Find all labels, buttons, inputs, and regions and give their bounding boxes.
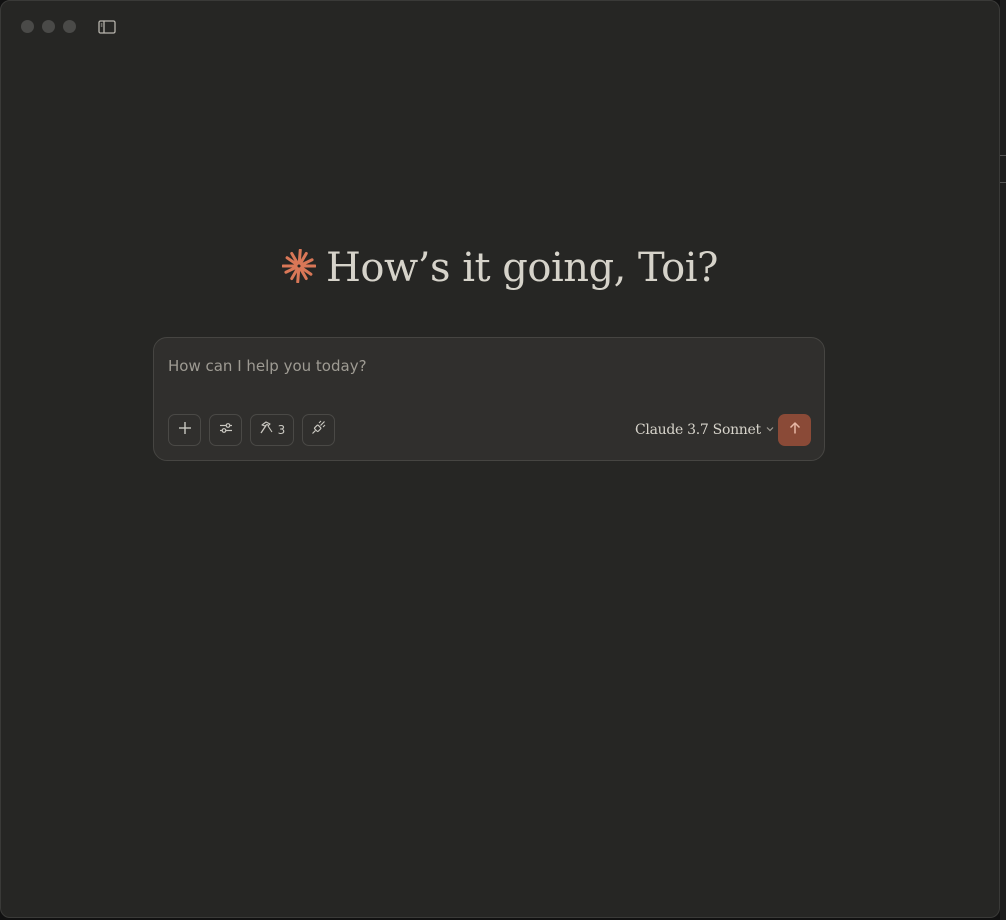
zoom-window-button[interactable] xyxy=(63,20,76,33)
message-composer: 3 Claude 3.7 Sonnet xyxy=(153,337,825,461)
minimize-window-button[interactable] xyxy=(42,20,55,33)
settings-button[interactable] xyxy=(209,414,242,446)
send-button[interactable] xyxy=(778,414,811,446)
hammer-icon xyxy=(259,420,274,440)
background-window-edge xyxy=(1000,0,1006,920)
prompt-input[interactable] xyxy=(168,354,768,378)
claude-starburst-icon xyxy=(281,248,317,288)
app-window: How’s it going, Toi? How can I help you … xyxy=(0,0,1000,918)
greeting-header: How’s it going, Toi? xyxy=(1,245,999,291)
model-selector[interactable]: Claude 3.7 Sonnet xyxy=(635,421,775,439)
integrations-button[interactable] xyxy=(302,414,335,446)
window-controls xyxy=(21,20,76,33)
tools-button[interactable]: 3 xyxy=(250,414,294,446)
tools-count: 3 xyxy=(277,423,286,437)
add-attachment-button[interactable] xyxy=(168,414,201,446)
background-window-divider xyxy=(1000,155,1006,183)
chevron-down-icon xyxy=(765,421,775,439)
plug-icon xyxy=(311,420,326,440)
arrow-up-icon xyxy=(788,421,802,440)
greeting-text: How’s it going, Toi? xyxy=(326,245,718,291)
close-window-button[interactable] xyxy=(21,20,34,33)
plus-icon xyxy=(178,421,192,440)
model-name: Claude 3.7 Sonnet xyxy=(635,422,761,438)
sliders-icon xyxy=(219,421,233,440)
sidebar-toggle-icon[interactable] xyxy=(98,19,116,35)
